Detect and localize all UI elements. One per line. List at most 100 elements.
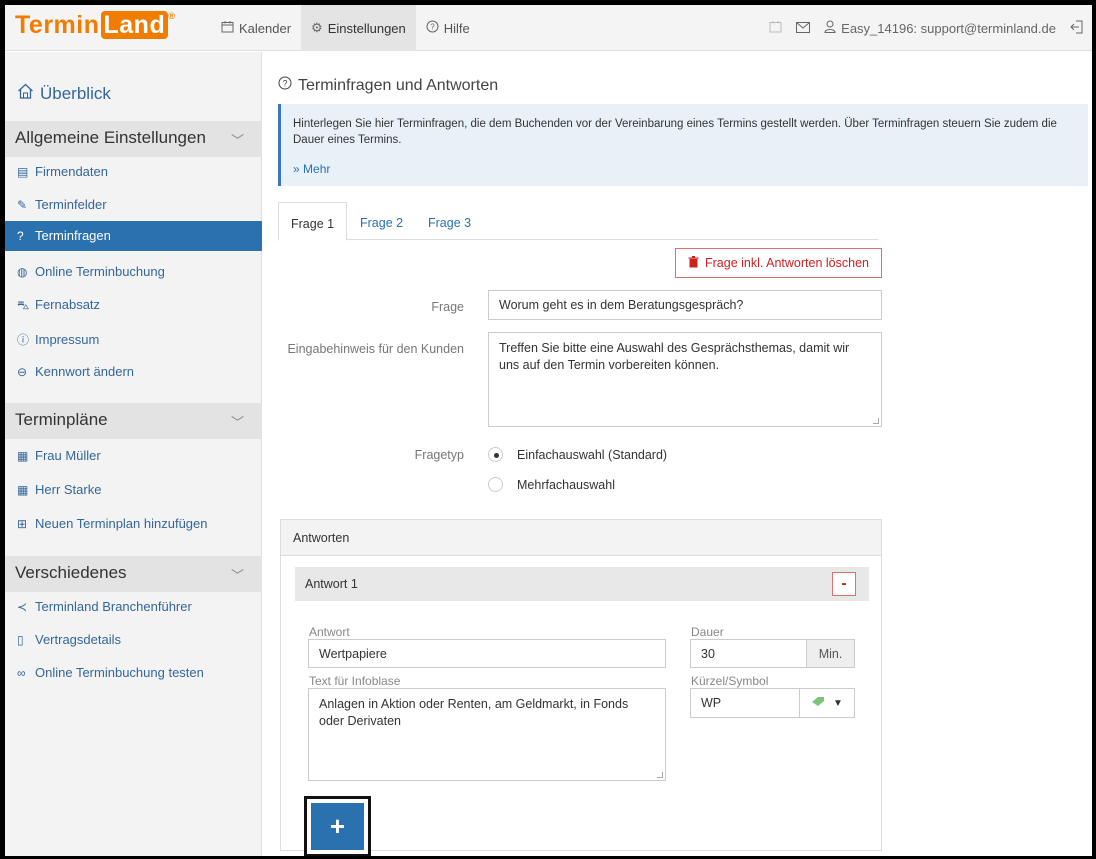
sidebar-item-online-terminbuchung[interactable]: ◍ Online Terminbuchung (5, 257, 262, 287)
nav-kalender-label: Kalender (239, 20, 292, 36)
sidebar-item-label: Firmendaten (35, 164, 108, 179)
add-answer-button[interactable]: + (304, 796, 371, 856)
double-chevron-down-icon: » (293, 162, 300, 176)
sidebar-item-herr-starke[interactable]: ▦ Herr Starke (5, 475, 262, 505)
calendar-icon: ▦ (17, 483, 29, 497)
resize-handle[interactable] (657, 772, 663, 778)
help-icon: ? (278, 76, 292, 95)
top-right-tools: Easy_14196: support@terminland.de (769, 5, 1084, 51)
info-box: Hinterlegen Sie hier Terminfragen, die d… (278, 104, 1088, 186)
sidebar-item-label: Kennwort ändern (35, 364, 135, 379)
question-label: Frage (431, 300, 464, 314)
info-icon: ⓘ (17, 333, 30, 347)
radio-mehrfachauswahl[interactable]: Mehrfachauswahl (488, 477, 615, 492)
sidebar-item-label: Neuen Terminplan hinzufügen (35, 516, 208, 531)
nav-einstellungen[interactable]: ⚙ Einstellungen (301, 5, 416, 51)
logout-icon[interactable] (1070, 20, 1084, 37)
trash-icon (688, 255, 699, 271)
question-tabs: Frage 1 Frage 2 Frage 3 (278, 202, 878, 241)
type-label: Fragetyp (414, 448, 464, 462)
calendar-plus-icon: ⊞ (17, 517, 28, 531)
tab-frage-3[interactable]: Frage 3 (416, 202, 483, 240)
question-input[interactable]: Worum geht es in dem Beratungsgespräch? (488, 290, 882, 320)
answers-panel: Antworten Antwort 1 - Antwort Wertpapier… (280, 519, 882, 856)
account-menu[interactable]: Easy_14196: support@terminland.de (824, 20, 1056, 36)
tag-icon (811, 696, 825, 710)
calendar-icon: ▦ (17, 449, 29, 463)
sidebar-item-label: Vertragsdetails (35, 632, 121, 647)
tab-frage-1[interactable]: Frage 1 (278, 202, 348, 241)
sidebar: Überblick Allgemeine Einstellungen ﹀ ▤ Fi… (5, 52, 262, 856)
radio-label: Mehrfachauswahl (517, 477, 615, 492)
nav-hilfe-label: Hilfe (443, 20, 470, 36)
delete-question-button[interactable]: Frage inkl. Antworten löschen (675, 248, 882, 278)
radio-einfachauswahl[interactable]: Einfachauswahl (Standard) (488, 447, 667, 462)
answer-label: Antwort (309, 625, 350, 639)
calendar-icon[interactable] (769, 20, 782, 36)
radio-button[interactable] (488, 477, 503, 492)
minus-icon: - (841, 575, 847, 592)
section-title: Terminpläne (15, 410, 108, 429)
info-bubble-text: Anlagen in Aktion oder Renten, am Geldma… (319, 697, 629, 728)
top-bar: Termin Land ® Kalender ⚙ Einstellungen ? H… (5, 5, 1092, 51)
info-text: Hinterlegen Sie hier Terminfragen, die d… (293, 118, 1057, 146)
sidebar-item-neuen-terminplan[interactable]: ⊞ Neuen Terminplan hinzufügen (5, 509, 262, 539)
sidebar-item-terminfelder[interactable]: ✎ Terminfelder (5, 190, 262, 220)
logo[interactable]: Termin Land ® (15, 11, 175, 40)
remove-answer-button[interactable]: - (832, 572, 856, 596)
section-allgemeine-einstellungen[interactable]: Allgemeine Einstellungen ﹀ (5, 121, 262, 157)
radio-label: Einfachauswahl (Standard) (517, 447, 668, 462)
tab-label: Frage 1 (291, 217, 335, 231)
plus-icon: + (311, 803, 364, 850)
tab-frage-2[interactable]: Frage 2 (348, 202, 415, 240)
symbol-input[interactable]: WP (690, 688, 800, 718)
radio-button-checked[interactable] (488, 447, 503, 462)
hint-text: Treffen Sie bitte eine Auswahl des Gespr… (499, 341, 850, 372)
more-link[interactable]: » Mehr (293, 161, 330, 177)
answer-input[interactable]: Wertpapiere (308, 639, 666, 668)
caret-down-icon: ▼ (833, 697, 843, 709)
sidebar-item-label: Terminland Branchenführer (35, 599, 192, 614)
sidebar-item-label: Terminfragen (35, 228, 111, 243)
page-title: ? Terminfragen und Antworten (278, 76, 498, 95)
sidebar-item-kennwort-aendern[interactable]: ⊖ Kennwort ändern (5, 357, 262, 387)
sidebar-item-terminfragen[interactable]: ? Terminfragen (5, 221, 262, 251)
nav-kalender[interactable]: Kalender (211, 5, 301, 51)
section-terminplaene[interactable]: Terminpläne ﹀ (5, 403, 262, 439)
sidebar-item-impressum[interactable]: ⓘ Impressum (5, 324, 262, 354)
logo-box-text: Land (100, 11, 169, 39)
sidebar-item-firmendaten[interactable]: ▤ Firmendaten (5, 157, 262, 187)
sidebar-item-fernabsatz[interactable]: ⛍ Fernabsatz (5, 290, 262, 320)
main-content: ? Terminfragen und Antworten Hinterlegen… (275, 52, 1092, 856)
glasses-icon: ∞ (17, 666, 26, 680)
section-verschiedenes[interactable]: Verschiedenes ﹀ (5, 556, 262, 592)
nav-einstellungen-label: Einstellungen (327, 20, 406, 36)
lock-icon: ⊖ (17, 365, 28, 379)
sidebar-item-label: Online Terminbuchung (35, 264, 165, 279)
symbol-dropdown-button[interactable]: ▼ (799, 688, 855, 718)
resize-handle[interactable] (873, 418, 879, 424)
sidebar-item-frau-mueller[interactable]: ▦ Frau Müller (5, 441, 262, 471)
user-icon (824, 20, 836, 36)
duration-label: Dauer (691, 625, 724, 639)
nav-hilfe[interactable]: ? Hilfe (416, 5, 480, 51)
sidebar-item-vertragsdetails[interactable]: ▯ Vertragsdetails (5, 625, 262, 655)
duration-input[interactable]: 30 (690, 639, 807, 668)
more-label: Mehr (303, 162, 331, 176)
sidebar-item-terminbuchung-testen[interactable]: ∞ Online Terminbuchung testen (5, 658, 262, 688)
svg-text:?: ? (430, 23, 435, 32)
hint-textarea[interactable]: Treffen Sie bitte eine Auswahl des Gespr… (488, 332, 882, 427)
help-icon: ? (17, 229, 24, 243)
info-bubble-textarea[interactable]: Anlagen in Aktion oder Renten, am Geldma… (308, 688, 666, 781)
sidebar-overview[interactable]: Überblick (17, 83, 111, 104)
sidebar-item-branchenfuehrer[interactable]: ≺ Terminland Branchenführer (5, 592, 262, 622)
share-icon: ≺ (17, 600, 28, 614)
logo-registered: ® (168, 11, 176, 21)
main-nav: Kalender ⚙ Einstellungen ? Hilfe (211, 5, 480, 51)
sidebar-item-label: Frau Müller (35, 448, 101, 463)
gear-icon: ⚙ (311, 20, 323, 35)
info-bubble-label: Text für Infoblase (309, 674, 401, 688)
section-title: Verschiedenes (15, 563, 127, 582)
edit-icon: ✎ (17, 198, 28, 212)
mail-icon[interactable] (796, 21, 811, 36)
